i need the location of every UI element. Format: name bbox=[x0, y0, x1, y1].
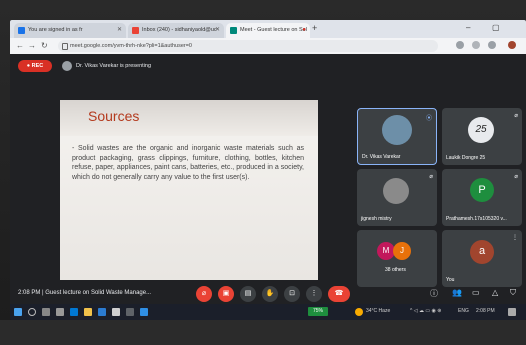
tab-title: Inbox (240) - sidhaniyaold@uc bbox=[142, 27, 217, 33]
language-indicator[interactable]: ENG bbox=[458, 308, 469, 314]
bookmark-star-icon[interactable] bbox=[472, 41, 480, 49]
file-explorer-icon[interactable] bbox=[84, 308, 92, 316]
widgets-icon[interactable] bbox=[56, 308, 64, 316]
close-tab-icon[interactable]: ✕ bbox=[117, 23, 122, 38]
app-icon[interactable] bbox=[126, 308, 134, 316]
reload-icon[interactable]: ↻ bbox=[41, 41, 48, 50]
self-avatar: a bbox=[470, 240, 494, 264]
shared-slide: Sources - Solid wastes are the organic a… bbox=[60, 100, 318, 280]
clock[interactable]: 2:08 PM bbox=[476, 308, 495, 314]
back-icon[interactable]: ← bbox=[16, 41, 24, 50]
chrome-icon[interactable] bbox=[112, 308, 120, 316]
screen: You are signed in as fr ✕ Inbox (240) - … bbox=[10, 20, 526, 320]
url-text: meet.google.com/yvm-thrh-nke?pli=1&authu… bbox=[70, 43, 192, 49]
mic-off-button[interactable]: ⌀ bbox=[196, 286, 212, 302]
activities-icon[interactable]: △ bbox=[492, 288, 498, 297]
participant-name: Laukik Dongre 25 bbox=[446, 155, 486, 161]
camera-permission-icon[interactable] bbox=[456, 41, 464, 49]
os-taskbar: 75% 34°C Haze ^ ◁ ☁ ▭ ◉ ⊕ ENG 2:08 PM bbox=[10, 304, 526, 320]
camera-off-button[interactable]: ▣ bbox=[218, 286, 234, 302]
participant-avatar bbox=[382, 115, 412, 145]
info-icon[interactable]: ⓘ bbox=[430, 288, 438, 299]
speaking-indicator-icon: ⦿ bbox=[425, 116, 432, 122]
task-view-icon[interactable] bbox=[42, 308, 50, 316]
weather-text[interactable]: 34°C Haze bbox=[366, 308, 390, 314]
participant-avatar: P bbox=[470, 178, 494, 202]
browser-tab[interactable]: Inbox (240) - sidhaniyaold@uc ✕ bbox=[128, 23, 224, 38]
hang-up-button[interactable]: ☎ bbox=[328, 286, 350, 302]
presenter-avatar bbox=[62, 61, 72, 71]
participant-tile[interactable]: ⦿ Dr. Vikas Varekar bbox=[357, 108, 437, 165]
app-icon[interactable] bbox=[140, 308, 148, 316]
participant-tile[interactable]: ⌀ jignesh mistry bbox=[357, 169, 437, 226]
tab-favicon-icon bbox=[18, 27, 25, 34]
windows-start-icon[interactable] bbox=[14, 308, 22, 316]
meeting-info: 2:08 PM | Guest lecture on Solid Waste M… bbox=[18, 290, 151, 296]
tab-title: Meet - Guest lecture on Sol bbox=[240, 27, 307, 33]
shield-icon[interactable]: ⛉ bbox=[510, 288, 516, 298]
meet-control-bar: 2:08 PM | Guest lecture on Solid Waste M… bbox=[10, 284, 526, 304]
meeting-title: Guest lecture on Solid Waste Manage... bbox=[45, 290, 152, 296]
chat-icon[interactable]: ▭ bbox=[472, 288, 480, 297]
captions-button[interactable]: ▤ bbox=[240, 286, 256, 302]
tab-title: You are signed in as fr bbox=[28, 27, 83, 33]
participant-avatar bbox=[383, 178, 409, 204]
meet-icon bbox=[230, 27, 237, 34]
gmail-icon bbox=[132, 27, 139, 34]
weather-icon bbox=[355, 308, 363, 316]
others-tile[interactable]: M J 38 others bbox=[357, 230, 437, 287]
recording-badge: ● REC bbox=[18, 60, 52, 72]
forward-icon[interactable]: → bbox=[28, 41, 36, 50]
profile-avatar[interactable] bbox=[508, 41, 516, 49]
self-tile[interactable]: a ⋮ You bbox=[442, 230, 522, 287]
search-icon[interactable] bbox=[28, 308, 36, 316]
edge-icon[interactable] bbox=[70, 308, 78, 316]
close-tab-icon[interactable]: ● bbox=[302, 23, 306, 38]
participant-name: Dr. Vikas Varekar bbox=[362, 154, 401, 160]
browser-tab[interactable]: You are signed in as fr ✕ bbox=[14, 23, 126, 38]
address-bar[interactable]: meet.google.com/yvm-thrh-nke?pli=1&authu… bbox=[58, 40, 438, 52]
presenting-text: Dr. Vikas Varekar is presenting bbox=[76, 63, 151, 69]
minimize-icon[interactable]: – bbox=[466, 23, 470, 32]
close-tab-icon[interactable]: ✕ bbox=[215, 23, 220, 38]
store-icon[interactable] bbox=[98, 308, 106, 316]
others-count: 38 others bbox=[385, 267, 406, 273]
mic-off-icon: ⌀ bbox=[514, 174, 518, 180]
participant-tile[interactable]: P ⌀ Prathamesh.17s105320 v... bbox=[442, 169, 522, 226]
notifications-icon[interactable] bbox=[508, 308, 516, 316]
extensions-icon[interactable] bbox=[488, 41, 496, 49]
participant-tile[interactable]: 25 ⌀ Laukik Dongre 25 bbox=[442, 108, 522, 165]
tray-icons[interactable]: ^ ◁ ☁ ▭ ◉ ⊕ bbox=[410, 308, 441, 314]
more-options-button[interactable]: ⋮ bbox=[306, 286, 322, 302]
meeting-time: 2:08 PM bbox=[18, 290, 41, 296]
meet-window: ● REC Dr. Vikas Varekar is presenting So… bbox=[10, 54, 526, 320]
browser-tab-active[interactable]: Meet - Guest lecture on Sol ● bbox=[226, 23, 310, 38]
address-toolbar: ← → ↻ meet.google.com/yvm-thrh-nke?pli=1… bbox=[10, 38, 526, 54]
people-icon[interactable]: 👥 bbox=[452, 288, 462, 297]
raise-hand-button[interactable]: ✋ bbox=[262, 286, 278, 302]
monitor-stand bbox=[0, 320, 526, 345]
participant-name: Prathamesh.17s105320 v... bbox=[446, 216, 507, 222]
mic-off-icon: ⌀ bbox=[429, 174, 433, 180]
presenting-banner: Dr. Vikas Varekar is presenting bbox=[62, 60, 151, 72]
participant-name: jignesh mistry bbox=[361, 216, 392, 222]
slide-title: Sources bbox=[88, 108, 140, 124]
participant-avatar: 25 bbox=[468, 117, 494, 143]
more-options-icon[interactable]: ⋮ bbox=[512, 234, 518, 241]
slide-body-text: - Solid wastes are the organic and inorg… bbox=[72, 145, 304, 181]
self-name: You bbox=[446, 277, 455, 283]
present-button[interactable]: ⊡ bbox=[284, 286, 300, 302]
battery-indicator: 75% bbox=[308, 307, 328, 316]
new-tab-button[interactable]: + bbox=[312, 23, 317, 33]
lock-icon bbox=[62, 43, 68, 50]
mic-off-icon: ⌀ bbox=[514, 113, 518, 119]
browser-tab-bar: You are signed in as fr ✕ Inbox (240) - … bbox=[10, 20, 526, 38]
maximize-icon[interactable]: ▢ bbox=[492, 23, 500, 32]
participant-avatar: J bbox=[393, 242, 411, 260]
